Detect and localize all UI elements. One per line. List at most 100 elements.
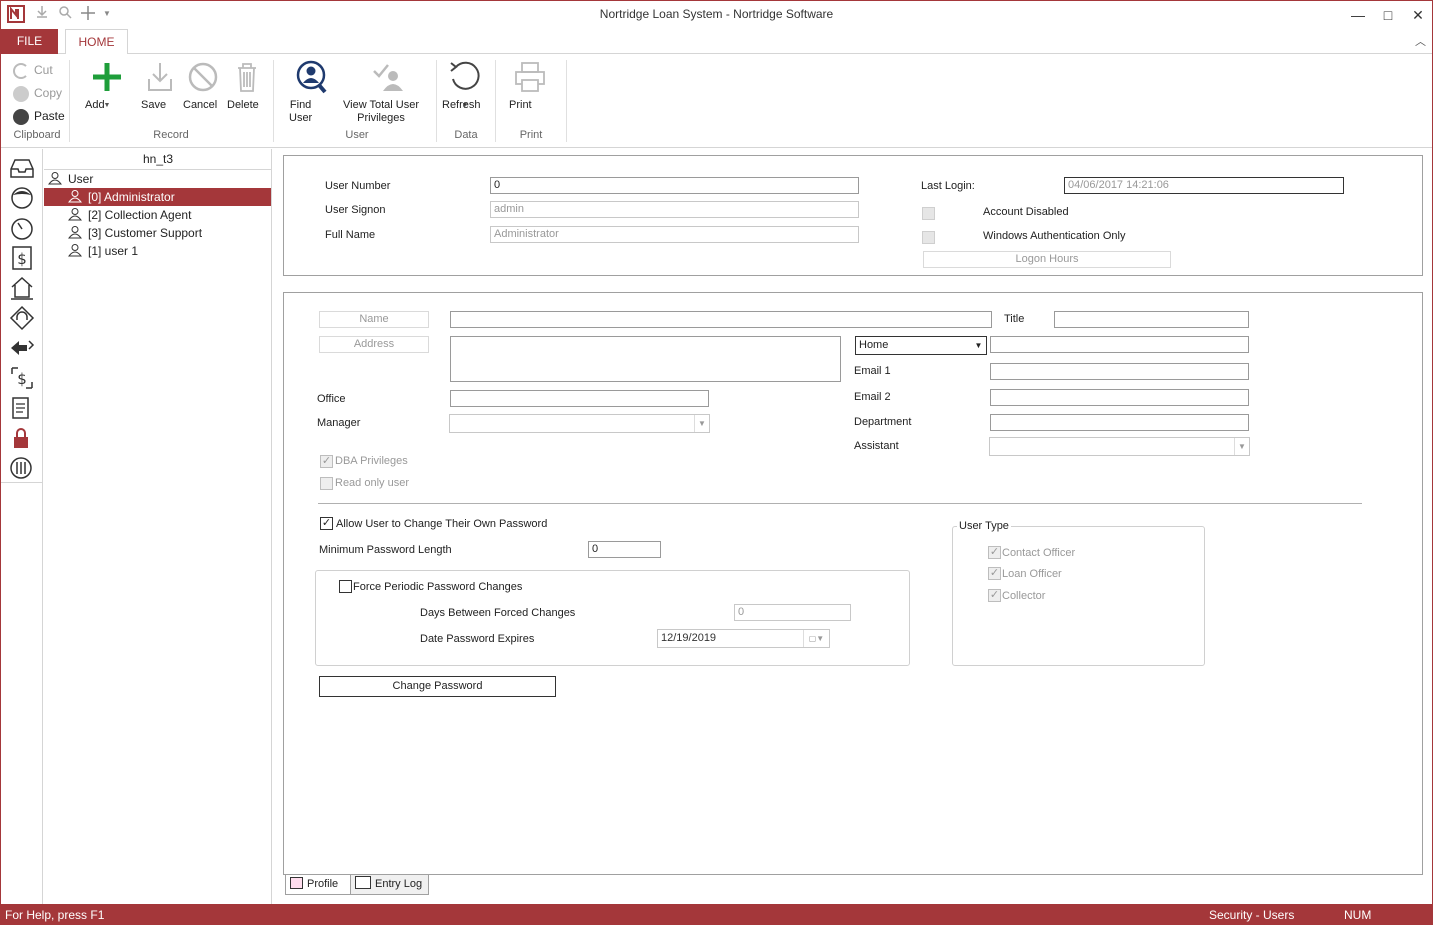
user-icon <box>67 189 83 203</box>
svg-text:$: $ <box>17 370 27 388</box>
print-button[interactable]: Print <box>509 59 551 111</box>
contact-officer-checkbox[interactable]: ✓ <box>988 546 1001 559</box>
add-button[interactable]: Add ▼ <box>85 59 129 112</box>
force-periodic-checkbox[interactable] <box>339 580 352 593</box>
app-window: ▼ Nortridge Loan System - Nortridge Soft… <box>0 0 1433 925</box>
user-signon-field[interactable]: admin <box>490 201 859 218</box>
cut-button[interactable]: Cut <box>13 60 53 80</box>
inbox-icon[interactable] <box>9 155 35 181</box>
left-nav: $ $ <box>1 149 43 904</box>
minimize-button[interactable]: — <box>1344 5 1372 25</box>
tab-entry-log[interactable]: Entry Log <box>350 875 429 895</box>
settings-sliders-icon[interactable] <box>9 455 35 481</box>
user-number-field[interactable]: 0 <box>490 177 859 194</box>
printer-icon <box>512 59 548 95</box>
tree-root-label: User <box>68 172 94 186</box>
support-headset-icon[interactable] <box>9 305 35 331</box>
tree-header: hn_t3 <box>142 152 174 166</box>
data-group-label: Data <box>454 129 478 141</box>
assistant-select[interactable]: ▼ <box>989 437 1250 456</box>
tab-home[interactable]: HOME <box>65 29 128 55</box>
tree-item-user-1[interactable]: [1] user 1 <box>44 242 271 260</box>
allow-change-password-checkbox[interactable]: ✓ <box>320 517 333 530</box>
reports-icon[interactable] <box>9 395 35 421</box>
tab-file[interactable]: FILE <box>1 29 58 54</box>
contact-icon[interactable] <box>9 185 35 211</box>
change-password-button[interactable]: Change Password <box>319 676 556 697</box>
loan-officer-checkbox[interactable]: ✓ <box>988 567 1001 580</box>
refresh-button[interactable]: Refresh ▼ <box>442 59 488 112</box>
department-field[interactable] <box>990 414 1249 431</box>
date-expires-label: Date Password Expires <box>420 633 535 645</box>
status-context: Security - Users <box>1209 908 1295 922</box>
payment-icon[interactable]: $ <box>9 365 35 391</box>
address-button[interactable]: Address <box>319 336 429 353</box>
windows-auth-checkbox[interactable] <box>922 231 935 244</box>
manager-select[interactable]: ▼ <box>449 414 710 433</box>
name-button[interactable]: Name <box>319 311 429 328</box>
clipboard-group-label: Clipboard <box>13 129 61 141</box>
user-detail-panel: Name Title Address Home ▼ Email 1 Email … <box>283 292 1423 875</box>
ribbon-separator <box>566 60 567 142</box>
chevron-down-icon: ▼ <box>974 341 983 350</box>
ribbon-separator <box>273 60 274 142</box>
entry-log-icon <box>355 876 371 889</box>
min-password-length-field[interactable]: 0 <box>588 541 661 558</box>
user-signon-label: User Signon <box>325 204 386 216</box>
days-between-field[interactable]: 0 <box>734 604 851 621</box>
tree-item-customer-support[interactable]: [3] Customer Support <box>44 224 271 242</box>
save-icon <box>142 59 178 95</box>
collector-checkbox[interactable]: ✓ <box>988 589 1001 602</box>
phone-type-select[interactable]: Home ▼ <box>855 336 987 355</box>
collapse-ribbon-icon[interactable]: ︿ <box>1415 33 1426 49</box>
nav-divider <box>1 482 43 483</box>
phone-field[interactable] <box>990 336 1249 353</box>
find-user-button[interactable]: Find User <box>289 59 333 124</box>
ribbon-tabs: FILE HOME ︿ <box>1 29 1432 55</box>
tree-item-collection-agent[interactable]: [2] Collection Agent <box>44 206 271 224</box>
chevron-down-icon: ▼ <box>1234 438 1249 455</box>
security-lock-icon[interactable] <box>9 425 35 451</box>
tab-profile[interactable]: Profile <box>285 875 351 895</box>
account-disabled-checkbox[interactable] <box>922 207 935 220</box>
name-field[interactable] <box>450 311 992 328</box>
property-icon[interactable] <box>9 275 35 301</box>
read-only-checkbox[interactable] <box>320 477 333 490</box>
windows-auth-label: Windows Authentication Only <box>983 230 1126 242</box>
full-name-field[interactable]: Administrator <box>490 226 859 243</box>
close-button[interactable]: ✕ <box>1404 5 1432 25</box>
maximize-button[interactable]: □ <box>1374 5 1402 25</box>
address-field[interactable] <box>450 336 841 382</box>
view-privileges-button[interactable]: View Total User Privileges <box>343 59 433 124</box>
save-button[interactable]: Save <box>141 59 179 111</box>
allow-change-password-label: Allow User to Change Their Own Password <box>336 518 548 530</box>
tree-item-label: [3] Customer Support <box>88 226 203 240</box>
days-between-label: Days Between Forced Changes <box>420 607 576 619</box>
email1-field[interactable] <box>990 363 1249 380</box>
user-group-label: User <box>345 129 369 141</box>
user-icon <box>67 225 83 239</box>
title-field[interactable] <box>1054 311 1249 328</box>
copy-button[interactable]: Copy <box>13 83 62 103</box>
trash-icon <box>229 59 265 95</box>
tab-entry-log-label: Entry Log <box>375 878 423 890</box>
delete-button[interactable]: Delete <box>227 59 267 111</box>
email2-field[interactable] <box>990 389 1249 406</box>
cancel-icon <box>185 59 221 95</box>
office-label: Office <box>317 393 346 405</box>
date-expires-picker[interactable]: 12/19/2019 ▢▼ <box>657 629 830 648</box>
office-field[interactable] <box>450 390 709 407</box>
loan-dollar-icon[interactable]: $ <box>9 245 35 271</box>
tree-item-administrator[interactable]: [0] Administrator <box>44 188 271 206</box>
paste-label: Paste <box>34 109 65 123</box>
transfer-icon[interactable] <box>9 335 35 361</box>
paste-button[interactable]: Paste <box>13 106 65 126</box>
date-expires-value: 12/19/2019 <box>661 632 717 644</box>
dashboard-icon[interactable] <box>9 215 35 241</box>
dba-privileges-checkbox[interactable]: ✓ <box>320 455 333 468</box>
last-login-field: 04/06/2017 14:21:06 <box>1064 177 1344 194</box>
tree-root-user[interactable]: User <box>47 170 272 188</box>
tree-item-label: [2] Collection Agent <box>88 208 192 222</box>
logon-hours-button[interactable]: Logon Hours <box>923 251 1171 268</box>
cancel-button[interactable]: Cancel <box>183 59 223 111</box>
